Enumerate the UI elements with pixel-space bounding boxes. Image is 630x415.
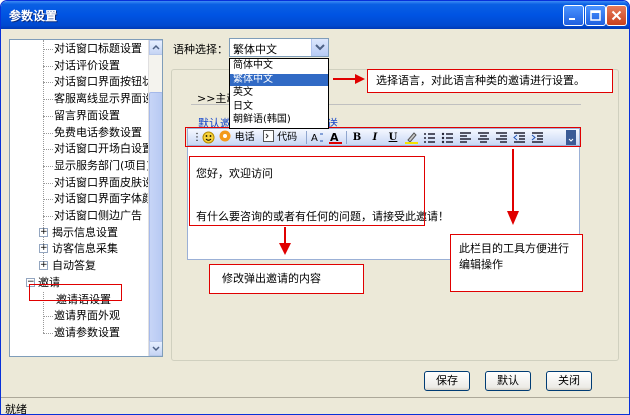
title-bar[interactable]: 参数设置 <box>1 1 629 29</box>
toolbar-note: 此栏目的工具方便进行编辑操作 <box>450 234 583 292</box>
tree-item[interactable]: 访客信息采集 <box>52 241 118 257</box>
tree-item[interactable]: 揭示信息设置 <box>52 225 118 241</box>
arrow-down-icon <box>507 149 519 225</box>
save-button[interactable]: 保存 <box>424 371 470 391</box>
tree-guide-line <box>43 149 53 151</box>
chevron-up-icon <box>152 44 160 50</box>
tree-item[interactable]: 对话窗口标题设置 <box>54 41 142 57</box>
language-option[interactable]: 英文 <box>230 87 328 99</box>
tree-guide-line <box>43 99 53 101</box>
maximize-icon <box>590 10 601 21</box>
arrow-right-icon <box>333 74 365 84</box>
tree-expander[interactable]: + <box>39 261 48 271</box>
tree-scrollbar[interactable] <box>148 40 162 356</box>
settings-tree: 对话窗口标题设置 对话评价设置 对话窗口界面按钮状态 客服离线显示界面设置 留言界面设置… <box>9 39 163 357</box>
language-option[interactable]: 简体中文 <box>230 60 328 72</box>
tree-item[interactable]: 对话窗口开场白设置 <box>54 141 153 157</box>
language-dropdown-button[interactable] <box>311 39 328 56</box>
language-select-value: 繁体中文 <box>233 43 277 56</box>
window-title: 参数设置 <box>9 9 58 23</box>
maximize-button[interactable] <box>585 5 606 26</box>
default-button[interactable]: 默认 <box>485 371 531 391</box>
tree-item[interactable]: 对话窗口界面皮肤设置 <box>54 175 162 191</box>
tree-guide-line <box>43 49 53 50</box>
tree-item[interactable]: 对话窗口侧边广告 <box>54 208 142 224</box>
tree-item[interactable]: 邀请界面外观 <box>54 308 120 324</box>
tree-guide-line <box>43 332 53 334</box>
close-button[interactable]: 关闭 <box>546 371 592 391</box>
status-text: 就绪 <box>5 403 27 415</box>
language-note: 选择语言，对此语言种类的邀请进行设置。 <box>367 69 613 93</box>
settings-window: 参数设置 对话窗口标题设置 对话评价设置 对话窗口界面按钮状态 客服离线显示界面设置留… <box>0 0 630 415</box>
tree-guide-line <box>43 65 53 67</box>
arrow-down-icon <box>279 227 291 255</box>
status-bar: 就绪 <box>1 397 629 415</box>
tree-guide-line <box>43 199 53 201</box>
close-window-button[interactable] <box>606 5 627 26</box>
chevron-down-icon <box>315 44 325 51</box>
scroll-down-button[interactable] <box>149 341 162 356</box>
language-option[interactable]: 朝鲜语(韩国) <box>230 114 328 126</box>
tree-item[interactable]: 客服离线显示界面设置 <box>54 91 162 107</box>
tree-item[interactable]: 对话评价设置 <box>54 58 120 74</box>
content-highlight <box>189 156 425 226</box>
tree-item[interactable]: 对话窗口界面按钮状态 <box>54 74 162 90</box>
tree-guide-line <box>43 316 53 318</box>
scroll-thumb[interactable] <box>149 92 162 342</box>
content-note: 修改弹出邀请的内容 <box>209 264 364 294</box>
toolbar-highlight <box>185 127 581 147</box>
minimize-button[interactable] <box>563 5 584 26</box>
tree-guide-line <box>43 82 53 84</box>
chevron-down-icon <box>152 346 160 352</box>
tree-item[interactable]: 对话窗口界面字体颜色 <box>54 191 162 207</box>
language-option[interactable]: 繁体中文 <box>230 73 328 86</box>
tree-guide-line <box>43 182 53 184</box>
language-select[interactable]: 繁体中文 <box>229 38 329 57</box>
tree-expander[interactable]: + <box>39 227 48 237</box>
tree-guide-line <box>43 216 53 217</box>
scroll-up-button[interactable] <box>149 40 162 55</box>
tree-guide-line <box>43 115 53 117</box>
language-label: 语种选择： <box>173 43 228 56</box>
language-dropdown-list: 简体中文 繁体中文 英文日文 朝鲜语(韩国) <box>229 58 329 129</box>
language-option[interactable]: 日文 <box>230 101 328 113</box>
tree-guide-line <box>43 165 53 167</box>
tree-item[interactable]: 留言界面设置 <box>54 108 120 124</box>
minimize-icon <box>569 18 575 20</box>
tree-guide-line <box>43 132 53 134</box>
tree-selection-highlight <box>29 284 122 301</box>
close-icon <box>611 10 622 21</box>
tree-item[interactable]: 显示服务部门(项目)设 <box>54 158 162 174</box>
tree-item[interactable]: 自动答复 <box>52 258 96 274</box>
tree-item[interactable]: 免费电话参数设置 <box>54 125 142 141</box>
tree-expander[interactable]: + <box>39 244 48 254</box>
tree-item[interactable]: 邀请参数设置 <box>54 325 120 341</box>
